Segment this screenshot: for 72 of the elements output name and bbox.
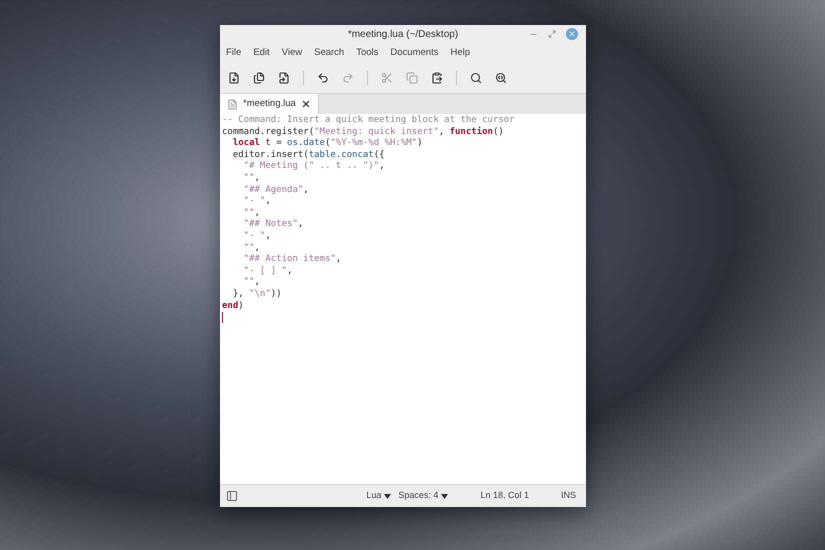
text-cursor [222, 312, 223, 324]
code-token: }, [232, 288, 245, 300]
code-token: end [222, 300, 238, 312]
document-arrow-icon[interactable] [278, 72, 290, 84]
code-token: "\n" [249, 288, 271, 300]
language-dropdown[interactable]: Lua [366, 489, 392, 503]
undo-icon[interactable] [317, 72, 329, 84]
code-token: "" [242, 208, 255, 220]
clipboard-icon[interactable] [431, 72, 443, 84]
code-token: "- [ ] " [242, 266, 288, 278]
code-token: table.concat [308, 150, 374, 161]
menu-item[interactable]: View [282, 46, 302, 60]
file-icon [227, 98, 238, 110]
code-token: ) [238, 300, 244, 312]
code-token: os.date [287, 138, 325, 150]
menu-item[interactable]: Edit [253, 46, 270, 60]
document-tab[interactable]: *meeting.lua [220, 94, 319, 114]
code-token: local [232, 138, 260, 150]
code-token: "- " [242, 196, 266, 208]
code-token: command.register( [222, 126, 314, 138]
code-token: editor.insert( [232, 150, 309, 161]
code-token: "" [242, 242, 255, 254]
code-token: , [336, 254, 342, 266]
code-token: , [254, 172, 260, 185]
code-token: , [254, 277, 260, 289]
menu-item[interactable]: Documents [390, 46, 438, 60]
menu-item[interactable]: Tools [356, 46, 378, 60]
code-token: , [265, 196, 271, 208]
code-token: , [303, 184, 309, 196]
search-icon[interactable] [470, 72, 482, 84]
code-token: t = [264, 138, 283, 150]
menu-item[interactable]: Search [314, 46, 344, 60]
maximize-icon[interactable] [548, 30, 556, 38]
code-token: ({ [374, 150, 385, 161]
code-token: "## Agenda" [242, 184, 304, 196]
code-token: "# Meeting (" .. t .. ")" [242, 161, 380, 173]
close-button[interactable] [566, 28, 578, 40]
code-token: "" [242, 277, 255, 289]
code-token: ) [417, 138, 423, 150]
documents-icon[interactable] [253, 72, 265, 84]
code-token: , [254, 208, 260, 220]
code-token: )) [270, 288, 282, 300]
close-icon[interactable] [300, 99, 311, 109]
code-token: "%Y-%m-%d %H:%M" [330, 138, 418, 150]
tab-label: *meeting.lua [243, 96, 296, 111]
code-token: , [438, 126, 446, 138]
caret-icon [384, 494, 392, 498]
menu-item[interactable]: Help [450, 46, 470, 60]
window-title: *meeting.lua (~/Desktop) [348, 28, 458, 42]
caret-icon [441, 494, 448, 498]
code-token: "- " [242, 230, 266, 243]
code-token: "Meeting: quick insert" [314, 126, 439, 138]
code-token: , [265, 230, 271, 243]
side-panel-icon[interactable] [226, 490, 238, 502]
code-token: "## Notes" [242, 219, 298, 231]
code-token: , [298, 219, 304, 231]
search-replace-icon[interactable] [495, 72, 507, 84]
menu-item[interactable]: File [226, 46, 242, 60]
code-token: -- Command: Insert a quick meeting block at the cursor [222, 115, 515, 126]
code-token: , [287, 266, 292, 278]
code-token: () [492, 126, 504, 138]
cursor-position: Ln 18, Col 1 [480, 489, 529, 502]
code-token: "## Action items" [242, 254, 336, 266]
code-token: , [379, 161, 385, 173]
new-document-icon[interactable] [228, 72, 240, 84]
code-token: ( [324, 138, 330, 150]
code-token: function [450, 126, 493, 138]
code-token: "" [242, 172, 255, 185]
code-token: , [254, 242, 260, 254]
close-icon [568, 30, 576, 38]
indent-dropdown[interactable]: Spaces: 4 [398, 489, 448, 503]
insert-mode: INS [560, 489, 576, 502]
